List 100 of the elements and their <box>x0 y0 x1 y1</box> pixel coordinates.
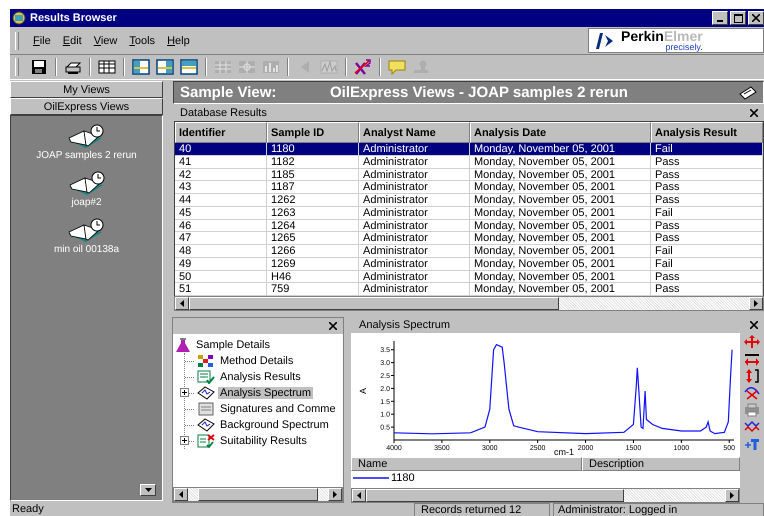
table-cell: Monday, November 05, 2001 <box>470 143 651 156</box>
right-triangle-icon <box>730 492 734 499</box>
scroll-right-button[interactable] <box>749 297 763 310</box>
book-clock-icon[interactable] <box>66 171 106 197</box>
column-header[interactable]: Analysis Result <box>651 122 763 143</box>
printer-icon[interactable] <box>744 403 760 417</box>
table-icon <box>98 59 116 75</box>
table-cell: 49 <box>175 258 267 270</box>
close-panel-button[interactable] <box>748 319 760 331</box>
close-panel-button[interactable] <box>327 320 339 332</box>
tree-item[interactable]: Signatures and Comme <box>218 403 338 415</box>
table-cell: 41 <box>175 156 267 168</box>
saved-view-name[interactable]: joap#2 <box>71 197 102 208</box>
peak-arrows-icon[interactable] <box>744 386 760 400</box>
list-check-icon <box>197 370 215 384</box>
status-text: Records returned 12 <box>414 503 550 516</box>
scroll-down-button[interactable] <box>140 484 156 496</box>
table-row[interactable]: 42 1185 Administrator Monday, November 05, 2001 Pass <box>175 168 763 182</box>
column-header[interactable]: Sample ID <box>267 122 359 143</box>
table-cell: Pass <box>651 156 763 168</box>
tree-item[interactable]: Sample Details <box>194 339 272 351</box>
scroll-left-button[interactable] <box>174 488 188 501</box>
table-cell: Fail <box>651 245 763 258</box>
table-row[interactable]: 48 1266 Administrator Monday, November 05, 2001 Fail <box>175 245 763 258</box>
axis-title: cm-1 <box>554 447 574 457</box>
table-cell: 47 <box>175 232 267 245</box>
table-cell: 1263 <box>267 206 359 220</box>
expand-icon[interactable] <box>180 436 189 445</box>
horizontal-scrollbar[interactable] <box>174 296 764 311</box>
table-row[interactable]: 49 1269 Administrator Monday, November 05, 2001 Fail <box>175 258 763 270</box>
close-icon <box>750 321 758 329</box>
tree-item[interactable]: Method Details <box>218 355 296 367</box>
menu-item[interactable]: Edit <box>56 34 88 46</box>
book-clock-icon[interactable] <box>66 218 106 244</box>
maximize-button[interactable] <box>730 11 746 25</box>
table-cell: Administrator <box>359 206 470 220</box>
tree-item[interactable]: Suitability Results <box>218 435 309 447</box>
column-header[interactable]: Description <box>582 457 740 471</box>
table-row[interactable]: 43 1187 Administrator Monday, November 05, 2001 Pass <box>175 181 763 194</box>
scroll-thumb[interactable] <box>189 297 559 310</box>
menu-item[interactable]: View <box>88 34 124 46</box>
column-header[interactable]: Name <box>351 457 582 471</box>
saved-view-name[interactable]: min oil 00138a <box>54 244 120 255</box>
column-header[interactable]: Identifier <box>175 122 267 143</box>
menu-item[interactable]: File <box>27 34 57 46</box>
expand-icon[interactable] <box>180 388 189 397</box>
table-cell: Administrator <box>359 194 470 207</box>
table-row[interactable]: 40 1180 Administrator Monday, November 05, 2001 Fail <box>175 143 763 156</box>
close-button[interactable] <box>748 11 764 25</box>
menu-item[interactable]: Help <box>161 34 196 46</box>
down-triangle-icon <box>144 488 152 492</box>
horizontal-scrollbar[interactable] <box>351 488 740 503</box>
table-cell: 1180 <box>267 143 359 156</box>
table-cell: 45 <box>175 206 267 220</box>
scroll-left-button[interactable] <box>352 489 366 502</box>
table-cell: Fail <box>651 143 763 156</box>
view-group-button[interactable]: OilExpress Views <box>10 98 163 115</box>
minimize-button[interactable] <box>712 11 728 25</box>
scroll-thumb[interactable] <box>366 489 624 502</box>
column-header[interactable]: Analysis Date <box>470 122 651 143</box>
table-cell: 1269 <box>267 258 359 270</box>
layout-left-icon <box>132 59 150 75</box>
table-row[interactable]: 41 1182 Administrator Monday, November 05, 2001 Pass <box>175 156 763 168</box>
book-clock-icon[interactable] <box>66 124 106 150</box>
left-triangle-icon <box>180 300 184 307</box>
table-row[interactable]: 44 1262 Administrator Monday, November 05, 2001 Pass <box>175 194 763 207</box>
close-icon <box>752 14 760 22</box>
table-row[interactable]: 45 1263 Administrator Monday, November 05, 2001 Fail <box>175 206 763 220</box>
status-text: Administrator: Logged in <box>553 502 764 516</box>
grid-icon <box>214 59 232 75</box>
table-cell: 1262 <box>267 194 359 207</box>
tagline: precisely. <box>665 43 703 52</box>
table-cell: 42 <box>175 168 267 182</box>
scroll-right-button[interactable] <box>725 489 739 502</box>
menu-item[interactable]: Tools <box>123 34 162 46</box>
tree-item[interactable]: Analysis Results <box>218 371 303 383</box>
vertical-scale-icon[interactable] <box>744 369 760 383</box>
tree-item[interactable]: Background Spectrum <box>218 419 331 431</box>
horizontal-scrollbar[interactable] <box>173 487 343 502</box>
table-row[interactable]: 47 1265 Administrator Monday, November 05, 2001 Pass <box>175 232 763 245</box>
left-triangle-icon <box>357 492 361 499</box>
close-panel-button[interactable] <box>748 107 760 119</box>
scroll-thumb[interactable] <box>198 488 318 501</box>
column-header[interactable]: Analyst Name <box>359 122 470 143</box>
ticket-icon <box>739 86 757 100</box>
text-tool-icon[interactable] <box>744 437 760 451</box>
view-group-button[interactable]: My Views <box>10 81 163 98</box>
panel-title: Database Results <box>180 107 268 119</box>
sample-view-name: OilExpress Views - JOAP samples 2 rerun <box>330 84 629 101</box>
table-row[interactable]: 46 1264 Administrator Monday, November 05, 2001 Pass <box>175 220 763 232</box>
scroll-left-button[interactable] <box>175 297 189 310</box>
crosshair-icon <box>238 59 256 75</box>
saved-view-name[interactable]: JOAP samples 2 rerun <box>36 150 137 161</box>
table-cell: Pass <box>651 181 763 194</box>
table-cell: Administrator <box>359 168 470 182</box>
table-row[interactable]: 50 H46 Administrator Monday, November 05, 2001 Pass <box>175 270 763 284</box>
tree-item[interactable]: Analysis Spectrum <box>218 387 314 399</box>
overlay-lines-icon[interactable] <box>744 420 760 434</box>
scroll-right-button[interactable] <box>328 488 342 501</box>
horizontal-scale-icon[interactable] <box>744 352 760 366</box>
